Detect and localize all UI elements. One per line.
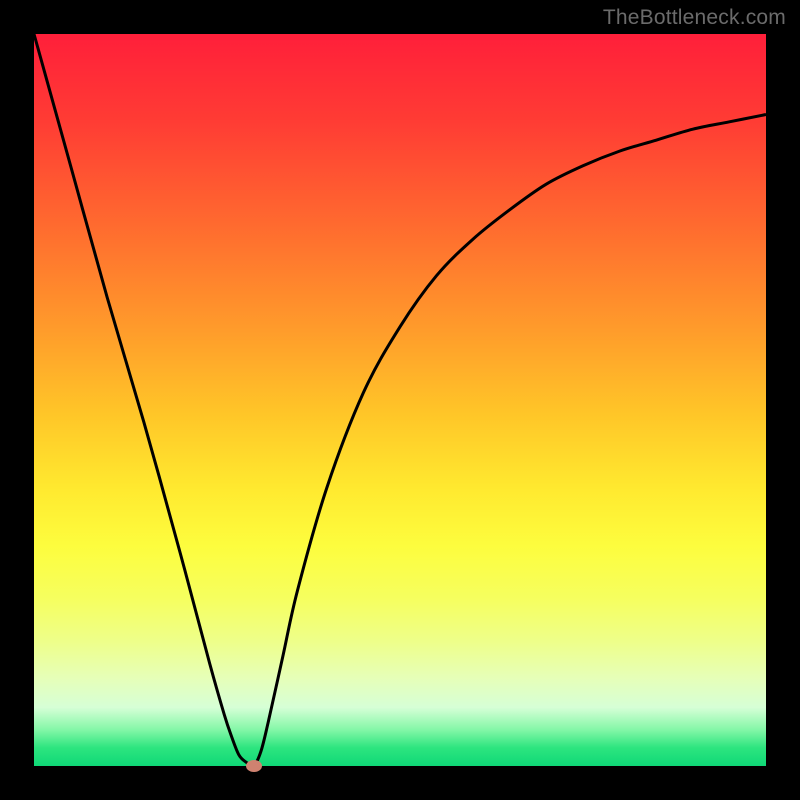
chart-frame: TheBottleneck.com [0, 0, 800, 800]
minimum-marker [246, 760, 262, 772]
bottleneck-curve [34, 34, 766, 766]
watermark-text: TheBottleneck.com [603, 6, 786, 30]
plot-area [34, 34, 766, 766]
curve-path [34, 34, 766, 766]
